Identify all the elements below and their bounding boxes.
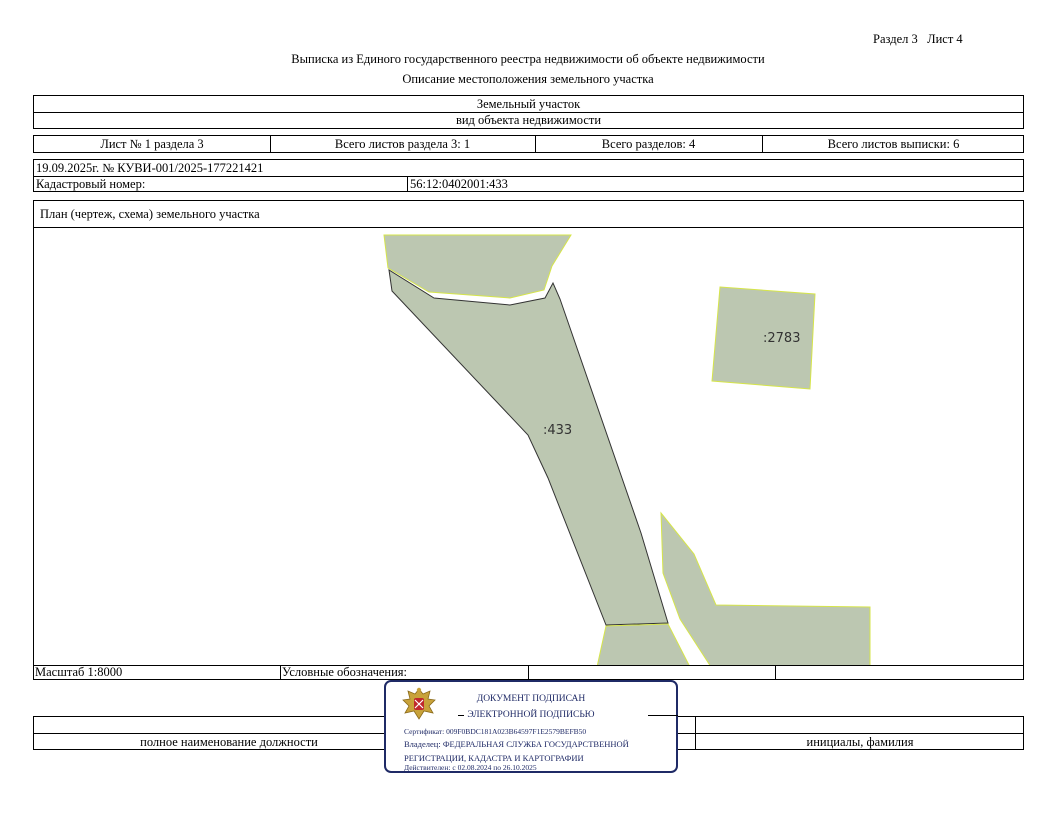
section-sheet-label: Раздел 3 Лист 4 <box>873 32 963 46</box>
sheets-table: Лист № 1 раздела 3 Всего листов раздела … <box>33 135 1024 153</box>
plan-map: :433 :2783 <box>33 227 1024 666</box>
total-sections: Всего разделов: 4 <box>601 136 696 151</box>
plan-title: План (чертеж, схема) земельного участка <box>40 206 260 221</box>
object-type-table: Земельный участок вид объекта недвижимос… <box>33 95 1024 129</box>
parcel-2783-label: :2783 <box>763 331 800 346</box>
parcel-433-bottom <box>596 623 690 665</box>
legend-label: Условные обозначения: <box>282 665 408 679</box>
cadastral-number-label: Кадастровый номер: <box>36 176 146 191</box>
electronic-signature-stamp: ДОКУМЕНТ ПОДПИСАН ЭЛЕКТРОННОЙ ПОДПИСЬЮ С… <box>384 680 678 773</box>
stamp-owner-line-1: Владелец: ФЕДЕРАЛЬНАЯ СЛУЖБА ГОСУДАРСТВЕ… <box>404 739 629 749</box>
object-type-caption: вид объекта недвижимости <box>455 112 602 127</box>
parcel-433 <box>388 269 669 626</box>
stamp-certificate: Сертификат: 009F0BDC181A023B64597F1E2579… <box>404 727 587 736</box>
parcel-433-label: :433 <box>543 423 572 438</box>
initials-caption: инициалы, фамилия <box>806 734 914 749</box>
plan-title-box: План (чертеж, схема) земельного участка <box>33 200 1024 228</box>
record-table: 19.09.2025г. № КУВИ-001/2025-177221421 К… <box>33 159 1024 192</box>
object-type-value: Земельный участок <box>476 96 581 111</box>
stamp-line-1: ДОКУМЕНТ ПОДПИСАН <box>476 694 586 704</box>
plan-drawing: :433 :2783 <box>383 234 871 665</box>
sheet-number: Лист № 1 раздела 3 <box>100 136 204 151</box>
neighbor-parcel-bottom-right <box>660 511 871 665</box>
scale-label: Масштаб 1:8000 <box>35 665 123 679</box>
scale-legend-row: Масштаб 1:8000 Условные обозначения: <box>33 665 1024 680</box>
record-date-number: 19.09.2025г. № КУВИ-001/2025-177221421 <box>36 160 264 175</box>
document-title: Выписка из Единого государственного реес… <box>291 52 765 66</box>
position-caption: полное наименование должности <box>140 734 318 749</box>
total-section-sheets: Всего листов раздела 3: 1 <box>334 136 471 151</box>
total-extract-sheets: Всего листов выписки: 6 <box>827 136 960 151</box>
document-subtitle: Описание местоположения земельного участ… <box>402 72 654 86</box>
stamp-valid-period: Действителен: с 02.08.2024 по 26.10.2025 <box>404 763 537 772</box>
stamp-line-2: ЭЛЕКТРОННОЙ ПОДПИСЬЮ <box>467 710 595 720</box>
stamp-owner-line-2: РЕГИСТРАЦИИ, КАДАСТРА И КАРТОГРАФИИ <box>404 753 584 763</box>
cadastral-number-value: 56:12:0402001:433 <box>410 176 508 191</box>
